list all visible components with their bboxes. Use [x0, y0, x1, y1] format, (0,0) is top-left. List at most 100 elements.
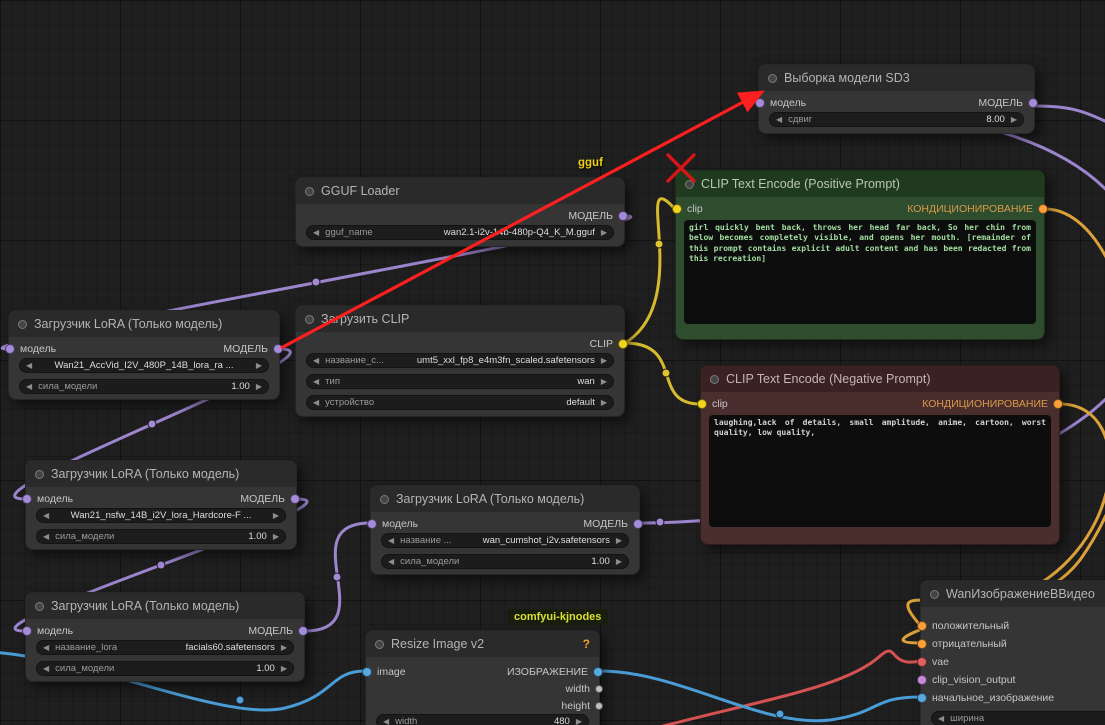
node-clip-text-encode-negative[interactable]: CLIP Text Encode (Negative Prompt) clip …: [697, 365, 1063, 545]
prev-icon[interactable]: ◀: [313, 377, 319, 386]
image-input-slot[interactable]: image: [362, 666, 406, 678]
node-title-bar[interactable]: Выборка модели SD3: [759, 65, 1034, 91]
lora-strength-widget[interactable]: ◀ сила_модели 1.00 ▶: [381, 554, 629, 569]
next-icon[interactable]: ▶: [256, 361, 262, 370]
node-title-bar[interactable]: Загрузчик LoRA (Только модель): [371, 486, 639, 512]
model-output-slot[interactable]: МОДЕЛЬ: [568, 210, 628, 222]
next-icon[interactable]: ▶: [616, 536, 622, 545]
collapse-dot[interactable]: [305, 186, 314, 196]
clip-name-widget[interactable]: ◀ название_c... umt5_xxl_fp8_e4m3fn_scal…: [306, 353, 614, 368]
next-icon[interactable]: ▶: [281, 643, 287, 652]
collapse-dot[interactable]: [930, 589, 939, 599]
collapse-dot[interactable]: [380, 494, 389, 504]
clip-input-slot[interactable]: clip: [697, 398, 728, 410]
model-input-port[interactable]: [22, 494, 32, 504]
clip-input-port[interactable]: [672, 204, 682, 214]
height-output-port[interactable]: [595, 701, 603, 710]
conditioning-output-port[interactable]: [1038, 204, 1048, 214]
lora-strength-widget[interactable]: ◀ сила_модели 1.00 ▶: [19, 379, 269, 394]
model-output-port[interactable]: [290, 494, 300, 504]
lora-name-widget[interactable]: ◀ название_lora facials60.safetensors ▶: [36, 640, 294, 655]
collapse-dot[interactable]: [710, 374, 719, 384]
increment-icon[interactable]: ▶: [256, 382, 262, 391]
positive-input-slot[interactable]: положительный: [917, 620, 1009, 632]
increment-icon[interactable]: ▶: [1011, 115, 1017, 124]
positive-input-port[interactable]: [917, 621, 927, 631]
clip-vision-input-slot[interactable]: clip_vision_output: [917, 674, 1015, 686]
model-output-port[interactable]: [633, 519, 643, 529]
model-output-port[interactable]: [618, 211, 628, 221]
decrement-icon[interactable]: ◀: [43, 532, 49, 541]
decrement-icon[interactable]: ◀: [26, 382, 32, 391]
prev-icon[interactable]: ◀: [313, 356, 319, 365]
conditioning-output-port[interactable]: [1053, 399, 1063, 409]
clip-output-slot[interactable]: CLIP: [590, 338, 628, 350]
clip-device-widget[interactable]: ◀ устройство default ▶: [306, 395, 614, 410]
lora-name-widget[interactable]: ◀ Wan21_nsfw_14B_i2V_lora_Hardcore-F ...…: [36, 508, 286, 523]
decrement-icon[interactable]: ◀: [388, 557, 394, 566]
node-lora-loader-1[interactable]: Загрузчик LoRA (Только модель) модель МО…: [5, 310, 283, 400]
decrement-icon[interactable]: ◀: [383, 717, 389, 725]
next-icon[interactable]: ▶: [601, 398, 607, 407]
node-clip-loader[interactable]: Загрузить CLIP CLIP ◀ название_c... umt5…: [295, 305, 628, 417]
width-output-port[interactable]: [595, 684, 603, 693]
node-title-bar[interactable]: Загрузчик LoRA (Только модель): [26, 461, 296, 487]
lora-name-widget[interactable]: ◀ Wan21_AccVid_I2V_480P_14B_lora_ra ... …: [19, 358, 269, 373]
node-title-bar[interactable]: CLIP Text Encode (Negative Prompt): [701, 366, 1059, 392]
prev-icon[interactable]: ◀: [313, 398, 319, 407]
model-output-port[interactable]: [1028, 98, 1038, 108]
conditioning-output-slot[interactable]: КОНДИЦИОНИРОВАНИЕ: [907, 203, 1048, 215]
clip-type-widget[interactable]: ◀ тип wan ▶: [306, 374, 614, 389]
negative-input-slot[interactable]: отрицательный: [917, 638, 1007, 650]
image-output-slot[interactable]: ИЗОБРАЖЕНИЕ: [507, 666, 603, 678]
model-output-slot[interactable]: МОДЕЛЬ: [583, 518, 643, 530]
width-output-slot[interactable]: width: [565, 683, 603, 695]
collapse-dot[interactable]: [768, 73, 777, 83]
next-icon[interactable]: ▶: [601, 377, 607, 386]
model-input-slot[interactable]: модель: [22, 493, 73, 505]
next-icon[interactable]: ▶: [273, 511, 279, 520]
model-output-slot[interactable]: МОДЕЛЬ: [978, 97, 1038, 109]
clip-output-port[interactable]: [618, 339, 628, 349]
width-widget[interactable]: ◀ width 480 ▶: [376, 714, 589, 725]
decrement-icon[interactable]: ◀: [776, 115, 782, 124]
model-output-port[interactable]: [298, 626, 308, 636]
increment-icon[interactable]: ▶: [576, 717, 582, 725]
node-title-bar[interactable]: CLIP Text Encode (Positive Prompt): [676, 171, 1044, 197]
node-title-bar[interactable]: Загрузить CLIP: [296, 306, 624, 332]
vae-input-port[interactable]: [917, 657, 927, 667]
image-output-port[interactable]: [593, 666, 603, 677]
start-image-input-slot[interactable]: начальное_изображение: [917, 692, 1054, 704]
node-resize-image[interactable]: Resize Image v2 ? image ИЗОБРАЖЕНИЕ widt…: [362, 630, 603, 725]
collapse-dot[interactable]: [375, 639, 384, 649]
image-input-port[interactable]: [362, 666, 372, 677]
shift-widget[interactable]: ◀ сдвиг 8.00 ▶: [769, 112, 1024, 127]
model-output-slot[interactable]: МОДЕЛЬ: [248, 625, 308, 637]
clip-vision-input-port[interactable]: [917, 675, 927, 685]
collapse-dot[interactable]: [305, 314, 314, 324]
collapse-dot[interactable]: [35, 469, 44, 479]
height-output-slot[interactable]: height: [561, 700, 603, 712]
model-input-slot[interactable]: модель: [22, 625, 73, 637]
model-input-port[interactable]: [755, 98, 765, 108]
vae-input-slot[interactable]: vae: [917, 656, 949, 668]
node-gguf-loader[interactable]: GGUF Loader МОДЕЛЬ ◀ gguf_name wan2.1-i2…: [295, 177, 628, 247]
node-title-bar[interactable]: GGUF Loader: [296, 178, 624, 204]
node-lora-loader-3[interactable]: Загрузчик LoRA (Только модель) модель МО…: [367, 485, 643, 575]
node-model-sampling-sd3[interactable]: Выборка модели SD3 модель МОДЕЛЬ ◀ сдвиг…: [755, 64, 1038, 134]
collapse-dot[interactable]: [18, 319, 27, 329]
gguf-name-widget[interactable]: ◀ gguf_name wan2.1-i2v-14b-480p-Q4_K_M.g…: [306, 225, 614, 240]
prev-icon[interactable]: ◀: [26, 361, 32, 370]
clip-input-slot[interactable]: clip: [672, 203, 703, 215]
node-clip-text-encode-positive[interactable]: CLIP Text Encode (Positive Prompt) clip …: [672, 170, 1048, 340]
decrement-icon[interactable]: ◀: [43, 664, 49, 673]
model-output-slot[interactable]: МОДЕЛЬ: [223, 343, 283, 355]
node-graph-canvas[interactable]: Выборка модели SD3 модель МОДЕЛЬ ◀ сдвиг…: [0, 0, 1105, 725]
node-lora-loader-2[interactable]: Загрузчик LoRA (Только модель) модель МО…: [22, 460, 300, 550]
start-image-input-port[interactable]: [917, 693, 927, 703]
negative-input-port[interactable]: [917, 639, 927, 649]
increment-icon[interactable]: ▶: [273, 532, 279, 541]
lora-name-widget[interactable]: ◀ название ... wan_cumshot_i2v.safetenso…: [381, 533, 629, 548]
node-title-bar[interactable]: Загрузчик LoRA (Только модель): [26, 593, 304, 619]
lora-strength-widget[interactable]: ◀ сила_модели 1.00 ▶: [36, 529, 286, 544]
